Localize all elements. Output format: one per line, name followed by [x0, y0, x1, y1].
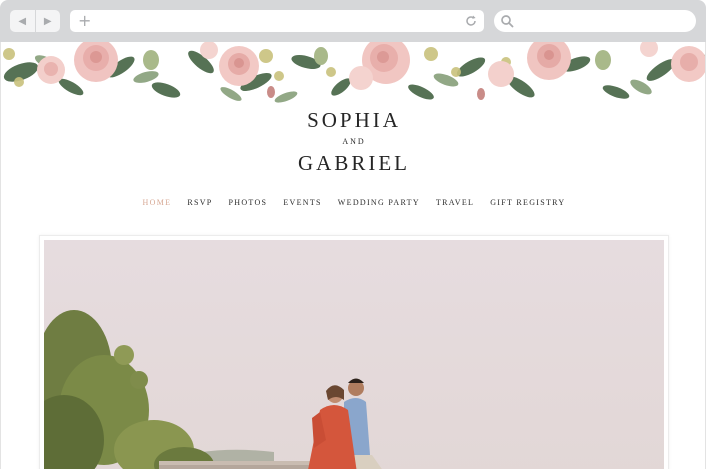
- wedding-website-page: SOPHIA AND GABRIEL HOME RSVP PHOTOS EVEN…: [0, 42, 706, 469]
- and-conjunction: AND: [342, 137, 366, 146]
- search-bar[interactable]: [494, 10, 696, 32]
- refresh-icon[interactable]: [465, 15, 477, 27]
- search-icon: [501, 15, 514, 28]
- nav-events[interactable]: EVENTS: [283, 196, 321, 210]
- history-buttons: ◀ ▶: [10, 10, 60, 32]
- back-arrow-icon[interactable]: ◀: [10, 10, 35, 32]
- nav-wedding-party[interactable]: WEDDING PARTY: [338, 196, 420, 210]
- plus-icon[interactable]: +: [78, 11, 91, 31]
- nav-home[interactable]: HOME: [143, 196, 172, 210]
- nav-rsvp[interactable]: RSVP: [187, 196, 212, 210]
- nav-gift-registry[interactable]: GIFT REGISTRY: [490, 196, 565, 210]
- browser-chrome: ◀ ▶ +: [0, 0, 706, 42]
- nav-travel[interactable]: TRAVEL: [436, 196, 474, 210]
- forward-arrow-icon[interactable]: ▶: [34, 10, 61, 32]
- couple-names: SOPHIA AND GABRIEL: [1, 106, 705, 175]
- site-navigation: HOME RSVP PHOTOS EVENTS WEDDING PARTY TR…: [1, 196, 705, 210]
- couple-photo: [44, 240, 664, 469]
- second-name: GABRIEL: [298, 151, 410, 175]
- address-bar[interactable]: +: [70, 10, 484, 32]
- floral-banner-illustration: [1, 42, 705, 106]
- nav-photos[interactable]: PHOTOS: [229, 196, 268, 210]
- first-name: SOPHIA: [307, 108, 401, 132]
- hero-photo-frame: [39, 235, 669, 469]
